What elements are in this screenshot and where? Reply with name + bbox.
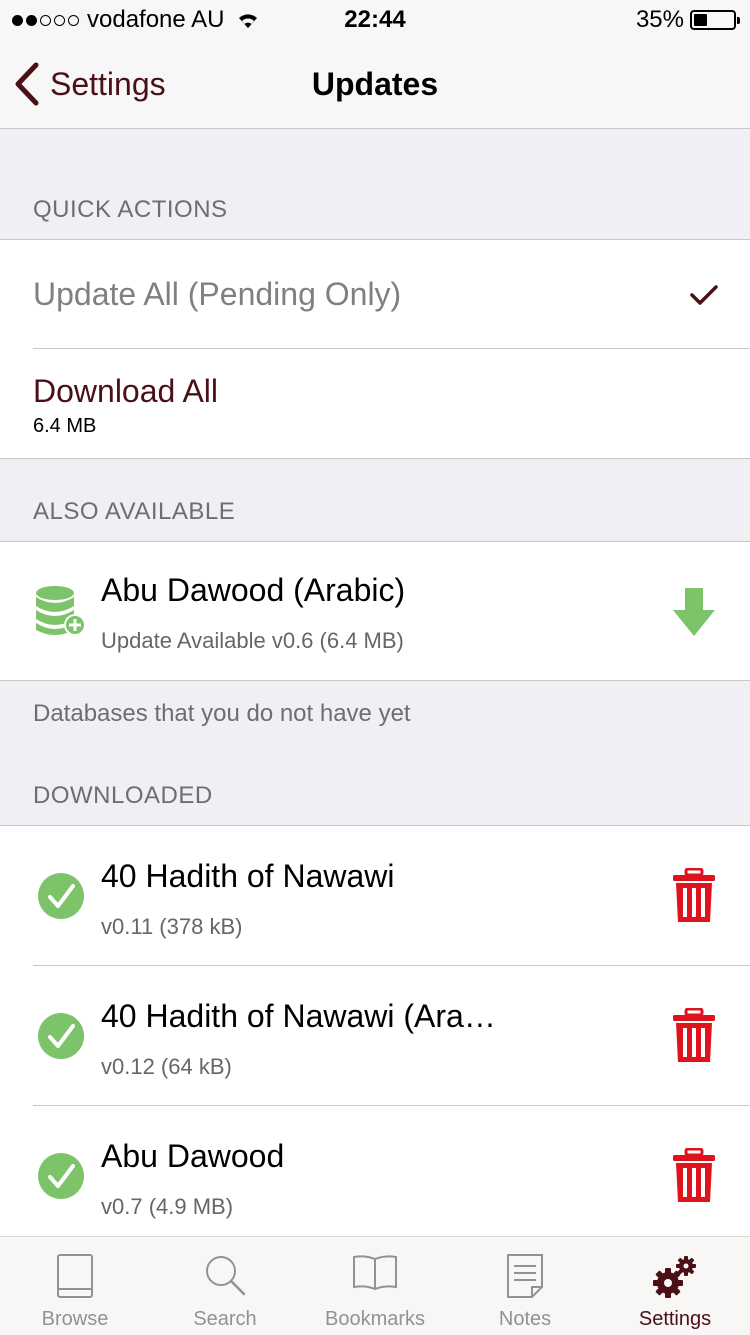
database-add-icon: [36, 586, 86, 636]
list-item[interactable]: Abu Dawood (Arabic) Update Available v0.…: [0, 542, 750, 680]
check-circle-icon: [38, 873, 84, 919]
battery-percent: 35%: [635, 6, 684, 33]
tab-label: Notes: [498, 1308, 552, 1330]
also-available-footer: Databases that you do not have yet: [33, 700, 411, 727]
page-title: Updates: [311, 66, 439, 102]
checkmark-icon: [690, 285, 718, 305]
list-item[interactable]: 40 Hadith of Nawawi v0.11 (378 kB): [0, 826, 750, 966]
section-header-downloaded: DOWNLOADED: [33, 782, 213, 809]
list-item[interactable]: 40 Hadith of Nawawi (Ara… v0.12 (64 kB): [0, 966, 750, 1106]
tab-label: Search: [193, 1308, 257, 1330]
tab-browse[interactable]: Browse: [0, 1237, 150, 1335]
item-subtitle: v0.7 (4.9 MB): [101, 1194, 234, 1219]
downloaded-group: 40 Hadith of Nawawi v0.11 (378 kB) 40 Ha…: [0, 825, 750, 1246]
battery-icon: [690, 10, 740, 30]
check-circle-icon: [38, 1153, 84, 1199]
trash-icon[interactable]: [672, 868, 716, 924]
item-title: 40 Hadith of Nawawi (Ara…: [101, 998, 496, 1034]
item-subtitle: Update Available v0.6 (6.4 MB): [101, 628, 404, 653]
quick-actions-group: Update All (Pending Only) Download All 6…: [0, 239, 750, 459]
trash-icon[interactable]: [672, 1148, 716, 1204]
open-book-icon: [353, 1255, 397, 1291]
tab-settings[interactable]: Settings: [600, 1237, 750, 1335]
download-all-size: 6.4 MB: [33, 415, 97, 437]
tab-bookmarks[interactable]: Bookmarks: [300, 1237, 450, 1335]
book-icon: [57, 1254, 93, 1298]
battery-area: 35%: [635, 6, 740, 34]
tab-label: Bookmarks: [324, 1308, 426, 1330]
gears-icon: [653, 1256, 696, 1298]
download-arrow-icon[interactable]: [672, 586, 716, 638]
download-all-row[interactable]: Download All 6.4 MB: [0, 349, 750, 458]
tab-label: Browse: [41, 1308, 109, 1330]
tab-search[interactable]: Search: [150, 1237, 300, 1335]
update-all-label: Update All (Pending Only): [33, 276, 402, 312]
magnifier-icon: [206, 1256, 246, 1296]
download-all-label: Download All: [33, 373, 218, 409]
tab-notes[interactable]: Notes: [450, 1237, 600, 1335]
navigation-bar: Settings Updates: [0, 40, 750, 129]
section-header-also-available: ALSO AVAILABLE: [33, 498, 236, 525]
list-item[interactable]: Abu Dawood v0.7 (4.9 MB): [0, 1106, 750, 1246]
also-available-group: Abu Dawood (Arabic) Update Available v0.…: [0, 541, 750, 681]
item-subtitle: v0.12 (64 kB): [101, 1054, 232, 1079]
item-title: Abu Dawood (Arabic): [101, 572, 406, 608]
tab-label: Settings: [638, 1308, 712, 1330]
check-circle-icon: [38, 1013, 84, 1059]
update-all-row[interactable]: Update All (Pending Only): [0, 240, 750, 349]
tab-bar: Browse Search Bookmarks Notes Settings: [0, 1236, 750, 1335]
note-icon: [507, 1254, 543, 1298]
trash-icon[interactable]: [672, 1008, 716, 1064]
item-subtitle: v0.11 (378 kB): [101, 914, 243, 939]
status-bar: vodafone AU 22:44 35%: [0, 0, 750, 40]
section-header-quick-actions: QUICK ACTIONS: [33, 196, 228, 223]
item-title: Abu Dawood: [101, 1138, 285, 1174]
item-title: 40 Hadith of Nawawi: [101, 858, 395, 894]
